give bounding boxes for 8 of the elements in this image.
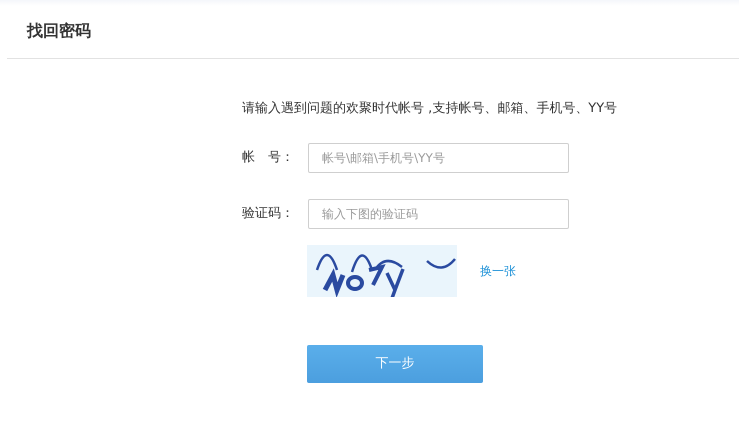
refresh-captcha-link[interactable]: 换一张 (480, 262, 516, 280)
page-title: 找回密码 (27, 20, 91, 42)
instruction-text: 请输入遇到问题的欢聚时代帐号 ,支持帐号、邮箱、手机号、YY号 (242, 100, 618, 118)
field-label: 验证码： (242, 204, 295, 223)
input-field[interactable]: 输入下图的验证码 (308, 198, 569, 228)
input-field[interactable]: 帐号\邮箱\手机号\YY号 (308, 142, 569, 172)
field-label: 帐 号： (242, 148, 295, 167)
next-button[interactable]: 下一步 (307, 344, 483, 382)
